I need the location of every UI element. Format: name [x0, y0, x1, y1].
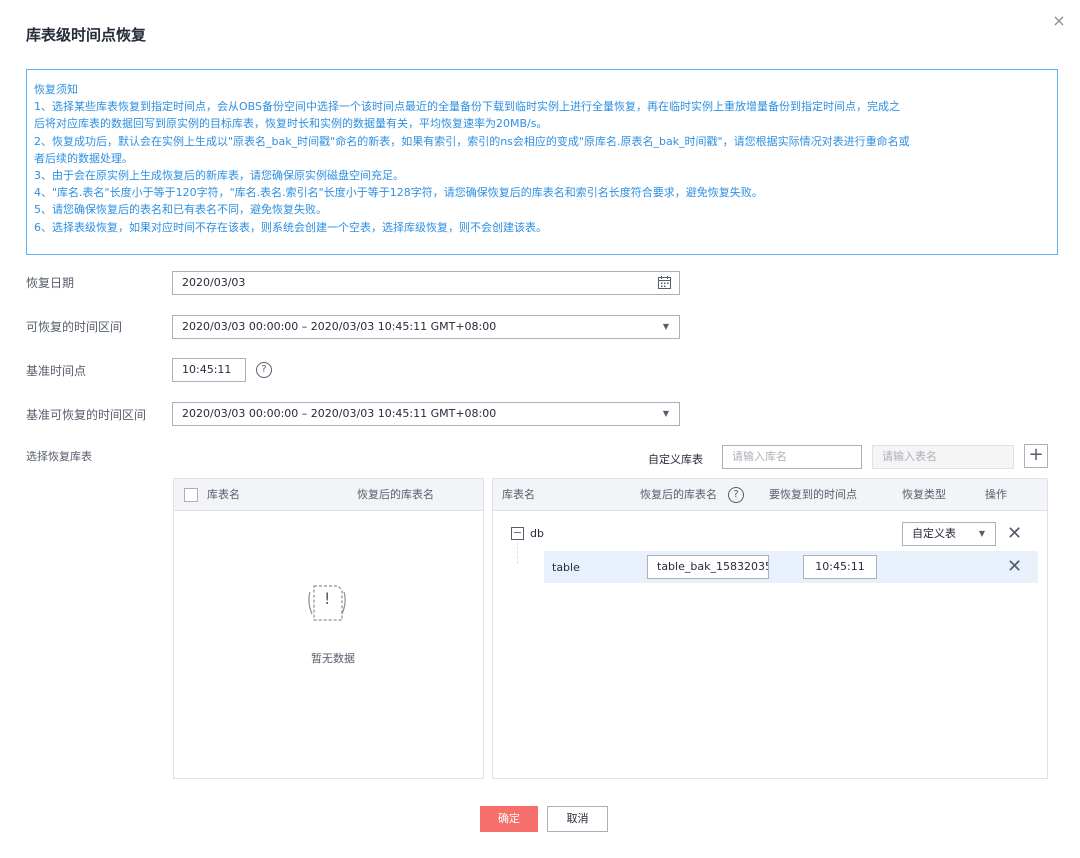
empty-glyph: !	[324, 589, 331, 608]
column-header: 库表名	[207, 488, 240, 501]
base-time-value: 10:45:11	[182, 363, 232, 376]
restore-type-select[interactable]: 自定义表 ▼	[902, 522, 996, 546]
base-time-input[interactable]: 10:45:11	[172, 358, 246, 382]
notice-line: 后将对应库表的数据回写到原实例的目标库表，恢复时长和实例的数据量有关，平均恢复速…	[34, 117, 548, 131]
notice-line: 5、请您确保恢复后的表名和已有表名不同，避免恢复失败。	[34, 203, 327, 217]
notice-line: 1、选择某些库表恢复到指定时间点，会从OBS备份空间中选择一个该时间点最近的全量…	[34, 100, 900, 114]
column-header: 要恢复到的时间点	[769, 488, 857, 501]
restore-table-panel: 库表名 恢复后的库表名 ? 要恢复到的时间点 恢复类型 操作 − db 自定义表…	[492, 478, 1048, 779]
select-all-checkbox[interactable]	[184, 488, 198, 502]
empty-data-icon: !	[300, 578, 354, 628]
source-table-panel: 库表名 恢复后的库表名 ! 暂无数据	[173, 478, 484, 779]
chevron-down-icon: ▼	[978, 529, 985, 538]
notice-line: 者后续的数据处理。	[34, 151, 133, 165]
column-header: 恢复后的库表名	[640, 488, 717, 501]
base-time-label: 基准时间点	[26, 364, 87, 378]
notice-heading: 恢复须知	[34, 83, 78, 96]
restore-date-label: 恢复日期	[26, 276, 75, 290]
add-custom-table-button[interactable]: +	[1024, 444, 1048, 468]
column-header: 操作	[985, 488, 1007, 501]
column-header: 恢复类型	[902, 488, 946, 501]
confirm-button[interactable]: 确定	[480, 806, 538, 832]
db-name: db	[530, 527, 544, 540]
restore-type-value: 自定义表	[912, 527, 956, 540]
base-time-range-select[interactable]: 2020/03/03 00:00:00 – 2020/03/03 10:45:1…	[172, 402, 680, 426]
db-name-placeholder: 请输入库名	[732, 450, 787, 463]
empty-data-text: 暂无数据	[311, 652, 355, 665]
close-icon[interactable]: ×	[1050, 12, 1068, 30]
restore-date-value: 2020/03/03	[182, 276, 246, 289]
notice-line: 3、由于会在原实例上生成恢复后的新库表，请您确保原实例磁盘空间充足。	[34, 169, 404, 183]
notice-line: 4、"库名.表名"长度小于等于120字符，"库名.表名.索引名"长度小于等于12…	[34, 186, 763, 200]
dialog-title: 库表级时间点恢复	[26, 26, 147, 44]
restore-time-input[interactable]: 10:45:11	[803, 555, 877, 579]
source-table-header: 库表名 恢复后的库表名	[174, 479, 483, 511]
remove-db-icon[interactable]: ✕	[1007, 525, 1022, 543]
time-range-label: 可恢复的时间区间	[26, 320, 123, 334]
remove-table-icon[interactable]: ✕	[1007, 558, 1022, 576]
table-row[interactable]: table table_bak_15832035 10:45:11 ✕	[544, 551, 1038, 583]
chevron-down-icon: ▼	[662, 322, 669, 331]
help-icon[interactable]: ?	[728, 487, 744, 503]
restore-time-value: 10:45:11	[815, 560, 865, 573]
tree-connector	[517, 542, 518, 564]
new-table-name-value: table_bak_15832035	[657, 560, 769, 573]
time-range-select[interactable]: 2020/03/03 00:00:00 – 2020/03/03 10:45:1…	[172, 315, 680, 339]
notice-line: 6、选择表级恢复，如果对应时间不存在该表，则系统会创建一个空表，选择库级恢复，则…	[34, 220, 547, 234]
time-range-value: 2020/03/03 00:00:00 – 2020/03/03 10:45:1…	[182, 320, 497, 333]
base-time-range-label: 基准可恢复的时间区间	[26, 408, 147, 422]
table-name-input[interactable]: 请输入表名	[872, 445, 1014, 469]
restore-table-header: 库表名 恢复后的库表名 ? 要恢复到的时间点 恢复类型 操作	[493, 479, 1047, 511]
collapse-toggle-icon[interactable]: −	[511, 527, 524, 540]
help-icon[interactable]: ?	[256, 362, 272, 378]
db-name-input[interactable]: 请输入库名	[722, 445, 862, 469]
base-time-range-value: 2020/03/03 00:00:00 – 2020/03/03 10:45:1…	[182, 407, 497, 420]
calendar-icon[interactable]	[658, 276, 671, 289]
custom-table-label: 自定义库表	[648, 453, 703, 466]
restore-date-input[interactable]: 2020/03/03	[172, 271, 680, 295]
new-table-name-input[interactable]: table_bak_15832035	[647, 555, 769, 579]
column-header: 库表名	[502, 488, 535, 501]
cancel-button[interactable]: 取消	[547, 806, 608, 832]
column-header: 恢复后的库表名	[357, 488, 434, 501]
select-tables-label: 选择恢复库表	[26, 450, 92, 463]
notice-line: 2、恢复成功后，默认会在实例上生成以"原表名_bak_时间戳"命名的新表，如果有…	[34, 134, 910, 148]
chevron-down-icon: ▼	[662, 409, 669, 418]
table-name: table	[552, 561, 580, 574]
restore-notice: 恢复须知 1、选择某些库表恢复到指定时间点，会从OBS备份空间中选择一个该时间点…	[26, 69, 1058, 255]
table-name-placeholder: 请输入表名	[882, 450, 937, 463]
